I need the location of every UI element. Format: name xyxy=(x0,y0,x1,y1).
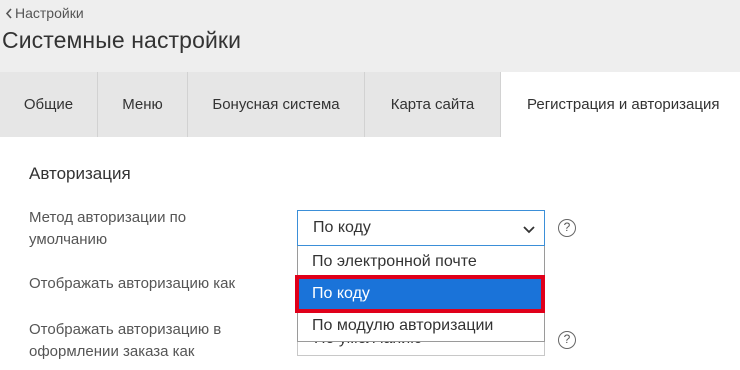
back-link-label: Настройки xyxy=(15,5,84,21)
dropdown-option-selected[interactable]: По коду xyxy=(298,278,544,310)
page-title: Системные настройки xyxy=(2,27,242,53)
chevron-left-icon xyxy=(5,8,12,19)
tab-bonus-system[interactable]: Бонусная система xyxy=(188,72,365,137)
auth-method-value: По коду xyxy=(313,219,371,236)
help-glyph: ? xyxy=(563,332,571,346)
back-link[interactable]: Настройки xyxy=(2,4,84,22)
option-label: По электронной почте xyxy=(312,253,477,270)
tab-label: Бонусная система xyxy=(212,96,340,113)
tab-bar: Общие Меню Бонусная система Карта сайта … xyxy=(0,72,740,137)
chevron-down-icon xyxy=(523,226,535,234)
auth-method-dropdown: По электронной почте По коду По модулю а… xyxy=(297,246,545,342)
tab-registration-authorization[interactable]: Регистрация и авторизация xyxy=(501,72,740,137)
tab-general[interactable]: Общие xyxy=(0,72,98,137)
auth-method-select[interactable]: По коду xyxy=(297,210,545,246)
page: Настройки Системные настройки Общие Меню… xyxy=(0,0,740,370)
help-glyph: ? xyxy=(563,220,571,234)
section-title: Авторизация xyxy=(29,164,131,183)
tab-sitemap[interactable]: Карта сайта xyxy=(365,72,501,137)
help-icon[interactable]: ? xyxy=(558,331,576,349)
tab-label: Меню xyxy=(122,96,163,113)
display-auth-order-label: Отображать авторизацию в оформлении зака… xyxy=(29,321,222,360)
option-label: По коду xyxy=(312,285,370,302)
option-label: По модулю авторизации xyxy=(312,317,494,334)
page-header: Настройки Системные настройки xyxy=(0,0,740,72)
tab-label: Карта сайта xyxy=(390,96,475,113)
tab-menu[interactable]: Меню xyxy=(98,72,188,137)
help-icon[interactable]: ? xyxy=(558,219,576,237)
tab-label: Общие xyxy=(23,96,74,113)
display-auth-label: Отображать авторизацию как xyxy=(29,275,236,292)
dropdown-option[interactable]: По электронной почте xyxy=(298,246,544,278)
dropdown-option[interactable]: По модулю авторизации xyxy=(298,310,544,342)
auth-method-label: Метод авторизации по умолчанию xyxy=(29,209,187,248)
tab-label: Регистрация и авторизация xyxy=(527,96,720,113)
